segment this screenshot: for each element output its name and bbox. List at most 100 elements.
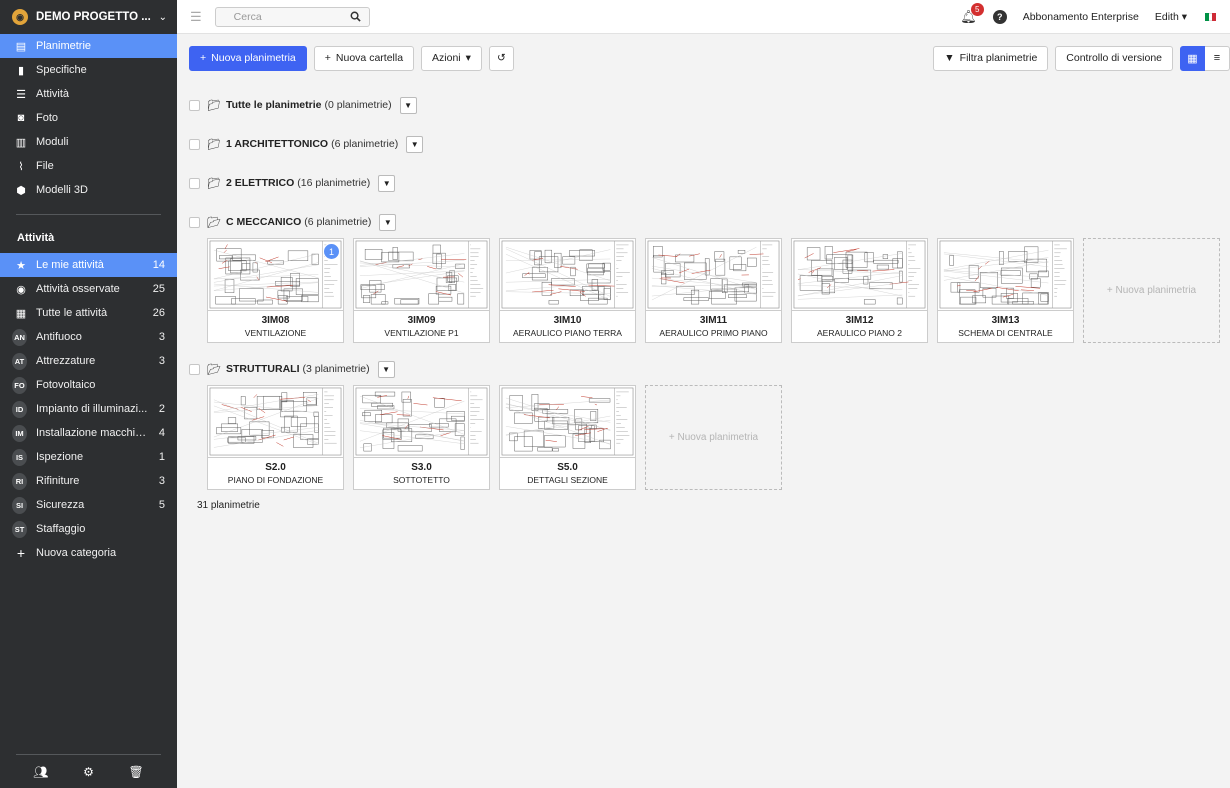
new-folder-button[interactable]: + Nuova cartella bbox=[313, 45, 415, 71]
folder-row[interactable]: 📂︎ STRUTTURALI (3 planimetrie) ▼ bbox=[189, 359, 1230, 379]
search-icon[interactable] bbox=[350, 11, 361, 22]
history-button[interactable]: ↺ bbox=[488, 45, 514, 71]
new-plan-button[interactable]: + Nuova planimetria bbox=[189, 45, 307, 71]
plan-thumbnail bbox=[500, 239, 635, 311]
user-name: Edith bbox=[1154, 10, 1179, 23]
plan-card[interactable]: 3IM10 AERAULICO PIANO TERRA bbox=[499, 238, 636, 343]
plan-card[interactable]: 3IM09 VENTILAZIONE P1 bbox=[353, 238, 490, 343]
task-filter-item[interactable]: ★ Le mie attività 14 bbox=[0, 253, 177, 277]
filter-icon: ▼ bbox=[944, 52, 955, 64]
plan-code: 3IM08 bbox=[261, 315, 290, 326]
plan-thumbnail bbox=[938, 239, 1073, 311]
nav-item-specifiche[interactable]: ▮ Specifiche bbox=[0, 58, 177, 82]
folder-row[interactable]: 📁︎ 1 ARCHITETTONICO (6 planimetrie) ▼ bbox=[189, 134, 1230, 154]
plus-icon: + bbox=[16, 545, 26, 561]
new-folder-label: Nuova cartella bbox=[335, 52, 404, 64]
nav-item-modelli-3d[interactable]: ⬢ Modelli 3D bbox=[0, 178, 177, 202]
list-view-icon[interactable]: ≡ bbox=[1205, 45, 1230, 71]
grid-view-icon[interactable]: ▦ bbox=[1180, 45, 1205, 71]
plan-name: VENTILAZIONE P1 bbox=[384, 328, 459, 338]
plan-card[interactable]: 3IM12 AERAULICO PIANO 2 bbox=[791, 238, 928, 343]
actions-dropdown[interactable]: Azioni ▾ bbox=[421, 45, 482, 71]
nav-item-moduli[interactable]: ▥ Moduli bbox=[0, 130, 177, 154]
plan-card[interactable]: S3.0 SOTTOTETTO bbox=[353, 385, 490, 490]
folder-row[interactable]: 📁︎ 2 ELETTRICO (16 planimetrie) ▼ bbox=[189, 173, 1230, 193]
new-plan-card[interactable]: + Nuova planimetria bbox=[645, 385, 782, 490]
folder-icon: 📁︎ bbox=[207, 138, 221, 151]
task-filter-item[interactable]: ▦ Tutte le attività 26 bbox=[0, 301, 177, 325]
nav-item-label: Foto bbox=[36, 112, 59, 124]
folder-checkbox[interactable] bbox=[189, 216, 200, 228]
category-badge-wrap: AN bbox=[12, 328, 27, 346]
trash-icon[interactable]: 🗑︎ bbox=[128, 765, 143, 779]
folder-open-icon: 📂︎ bbox=[207, 216, 221, 229]
subscription-link[interactable]: Abbonamento Enterprise bbox=[1023, 11, 1139, 23]
task-category-item[interactable]: AN Antifuoco 3 bbox=[0, 325, 177, 349]
folder-menu-button[interactable]: ▼ bbox=[377, 360, 395, 378]
category-badge: AT bbox=[12, 352, 27, 370]
task-category-item[interactable]: IS Ispezione 1 bbox=[0, 445, 177, 469]
plan-card[interactable]: 1 3IM08 VENTILAZIONE bbox=[207, 238, 344, 343]
task-category-item[interactable]: ID Impianto di illuminazi... 2 bbox=[0, 397, 177, 421]
nav-item-foto[interactable]: ◙ Foto bbox=[0, 106, 177, 130]
project-switcher[interactable]: ◉ DEMO PROGETTO ... ⌄ bbox=[0, 0, 177, 34]
nav-item-attività[interactable]: ☰ Attività bbox=[0, 82, 177, 106]
task-category-item[interactable]: RI Rifiniture 3 bbox=[0, 469, 177, 493]
task-filter-label: Le mie attività bbox=[36, 259, 104, 271]
new-category-button[interactable]: + Nuova categoria bbox=[0, 541, 177, 565]
category-badge: FO bbox=[12, 376, 27, 394]
folder-menu-button[interactable]: ▼ bbox=[406, 135, 424, 153]
folder-checkbox[interactable] bbox=[189, 363, 200, 375]
task-filter-label: Tutte le attività bbox=[36, 307, 108, 319]
plan-card[interactable]: S5.0 DETTAGLI SEZIONE bbox=[499, 385, 636, 490]
folder-row[interactable]: 📁︎ Tutte le planimetrie (0 planimetrie) ▼ bbox=[189, 95, 1230, 115]
nav-item-label: Moduli bbox=[36, 136, 69, 148]
folder-checkbox[interactable] bbox=[189, 177, 200, 189]
task-category-item[interactable]: FO Fotovoltaico bbox=[0, 373, 177, 397]
menu-icon[interactable]: ☰ bbox=[190, 9, 202, 25]
notification-count: 5 bbox=[970, 2, 984, 16]
search-input[interactable]: Cerca bbox=[214, 6, 370, 27]
new-plan-card[interactable]: + Nuova planimetria bbox=[1083, 238, 1220, 343]
filter-plans-button[interactable]: ▼ Filtra planimetrie bbox=[933, 45, 1049, 71]
folder-row[interactable]: 📂︎ C MECCANICO (6 planimetrie) ▼ bbox=[189, 212, 1230, 232]
task-category-item[interactable]: IM Installazione macchin... 4 bbox=[0, 421, 177, 445]
task-category-item[interactable]: AT Attrezzature 3 bbox=[0, 349, 177, 373]
folder-menu-button[interactable]: ▼ bbox=[379, 213, 397, 231]
users-icon[interactable]: 👥︎ bbox=[33, 765, 48, 779]
toolbar: + Nuova planimetria + Nuova cartella Azion… bbox=[189, 45, 1230, 71]
category-label: Impianto di illuminazi... bbox=[36, 403, 148, 415]
task-category-item[interactable]: ST Staffaggio bbox=[0, 517, 177, 541]
plan-code: S5.0 bbox=[557, 462, 578, 473]
task-category-item[interactable]: SI Sicurezza 5 bbox=[0, 493, 177, 517]
folder-checkbox[interactable] bbox=[189, 138, 200, 150]
gear-icon[interactable]: ⚙ bbox=[83, 765, 94, 779]
plan-card[interactable]: 3IM13 SCHEMA DI CENTRALE bbox=[937, 238, 1074, 343]
history-icon: ↺ bbox=[496, 52, 506, 64]
plan-name: AERAULICO PRIMO PIANO bbox=[659, 328, 768, 338]
folder-menu-button[interactable]: ▼ bbox=[399, 96, 417, 114]
italian-flag-icon[interactable] bbox=[1205, 12, 1217, 21]
camera-icon: ◙ bbox=[17, 112, 25, 124]
plus-icon: + bbox=[200, 52, 207, 64]
plan-card[interactable]: 3IM11 AERAULICO PRIMO PIANO bbox=[645, 238, 782, 343]
user-menu[interactable]: Edith ▾ bbox=[1155, 11, 1187, 23]
notifications-button[interactable]: 🔔︎ 5 bbox=[960, 2, 984, 25]
folder-checkbox[interactable] bbox=[189, 99, 200, 111]
task-filter-item[interactable]: ◉ Attività osservate 25 bbox=[0, 277, 177, 301]
task-count: 26 bbox=[152, 307, 165, 319]
version-control-button[interactable]: Controllo di versione bbox=[1055, 45, 1173, 71]
nav-item-planimetrie[interactable]: ▤ Planimetrie bbox=[0, 34, 177, 58]
folder-name: Tutte le planimetrie bbox=[226, 99, 322, 111]
view-switcher: ▦ ≡ bbox=[1180, 45, 1230, 71]
plan-thumbnail: 1 bbox=[208, 239, 343, 311]
plan-drawing-thumbnail bbox=[501, 387, 634, 456]
folder-menu-button[interactable]: ▼ bbox=[378, 174, 396, 192]
category-label: Rifiniture bbox=[36, 475, 80, 487]
plan-name: PIANO DI FONDAZIONE bbox=[227, 475, 324, 485]
help-icon[interactable]: ? bbox=[992, 9, 1007, 24]
plan-card[interactable]: S2.0 PIANO DI FONDAZIONE bbox=[207, 385, 344, 490]
plan-task-badge[interactable]: 1 bbox=[323, 243, 340, 260]
nav-item-file[interactable]: ⌇ File bbox=[0, 154, 177, 178]
filter-label: Filtra planimetrie bbox=[959, 52, 1038, 64]
